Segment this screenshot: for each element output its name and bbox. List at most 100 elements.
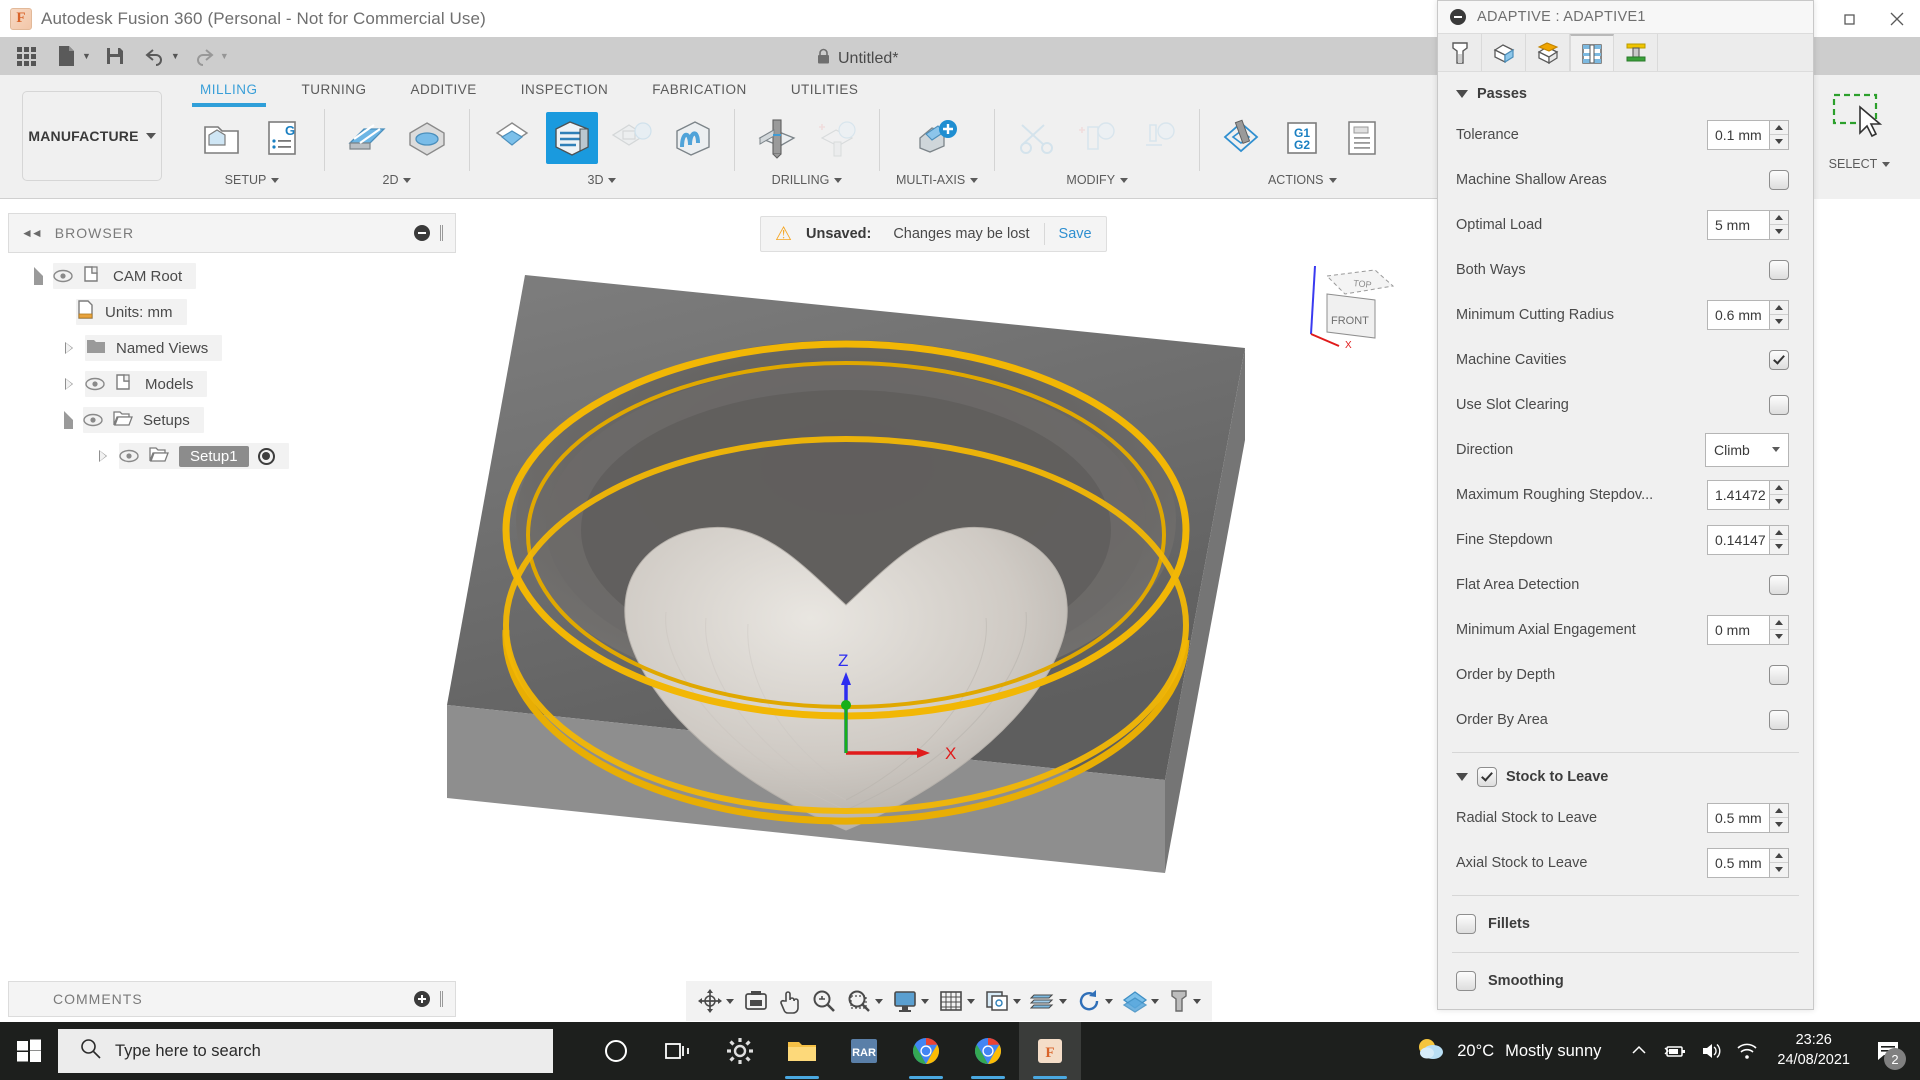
drill-icon[interactable]: [751, 112, 803, 164]
parallel-icon[interactable]: [666, 112, 718, 164]
checkbox-machine-cavities[interactable]: [1769, 350, 1789, 370]
ribbon-group-setup-label[interactable]: SETUP: [225, 169, 280, 191]
save-icon[interactable]: [97, 40, 133, 72]
save-link[interactable]: Save: [1059, 226, 1092, 242]
expander-closed-icon[interactable]: [64, 378, 75, 391]
zoom-icon[interactable]: [808, 984, 840, 1018]
linking-tab[interactable]: [1614, 34, 1658, 71]
field-maximum-roughing-stepdown[interactable]: [1707, 480, 1789, 510]
pan-icon[interactable]: [775, 984, 805, 1018]
expander-closed-icon[interactable]: [64, 342, 75, 355]
spinner-tolerance[interactable]: [1769, 120, 1789, 150]
spinner-radial-stock-to-leave[interactable]: [1769, 803, 1789, 833]
grip-icon[interactable]: [440, 225, 443, 241]
circle-minus-icon[interactable]: [414, 225, 430, 241]
section-fillets-header[interactable]: Fillets: [1438, 906, 1813, 942]
field-minimum-axial-engagement[interactable]: [1707, 615, 1789, 645]
tool-tab[interactable]: [1438, 34, 1482, 71]
delete-toolpath-icon[interactable]: [1071, 112, 1123, 164]
tab-turning[interactable]: TURNING: [280, 79, 389, 105]
taskbar-clock[interactable]: 23:26 24/08/2021: [1765, 1031, 1862, 1070]
spinner-optimal-load[interactable]: [1769, 210, 1789, 240]
double-chevron-left-icon[interactable]: ◄◄: [21, 226, 41, 240]
battery-icon[interactable]: [1657, 1022, 1693, 1080]
grip-icon[interactable]: [440, 991, 443, 1007]
field-fine-stepdown[interactable]: [1707, 525, 1789, 555]
input-optimal-load[interactable]: [1707, 210, 1769, 240]
section-stock-to-leave-header[interactable]: Stock to Leave: [1438, 763, 1813, 795]
close-icon[interactable]: [1874, 0, 1920, 37]
edit-toolpath-icon[interactable]: [1131, 112, 1183, 164]
checkbox-fillets[interactable]: [1456, 914, 1476, 934]
undo-icon[interactable]: [137, 40, 173, 72]
viewports-icon[interactable]: [981, 984, 1024, 1018]
select-window-icon[interactable]: [1799, 75, 1920, 157]
input-fine-stepdown[interactable]: [1707, 525, 1769, 555]
ribbon-group-actions-label[interactable]: ACTIONS: [1268, 169, 1337, 191]
notification-icon[interactable]: 2: [1862, 1022, 1914, 1080]
ribbon-group-modify-label[interactable]: MODIFY: [1066, 169, 1128, 191]
chevron-up-icon[interactable]: [1621, 1022, 1657, 1080]
surface-3d-icon[interactable]: [486, 112, 538, 164]
tab-inspection[interactable]: INSPECTION: [499, 79, 631, 105]
display-settings-icon[interactable]: [889, 984, 932, 1018]
heights-tab[interactable]: [1526, 34, 1570, 71]
checkbox-flat-area-detection[interactable]: [1769, 575, 1789, 595]
task-view-icon[interactable]: [647, 1022, 709, 1080]
checkbox-order-by-area[interactable]: [1769, 710, 1789, 730]
orbit-icon[interactable]: [694, 984, 737, 1018]
checkbox-machine-shallow-areas[interactable]: [1769, 170, 1789, 190]
tree-row-named-views[interactable]: Named Views: [8, 330, 456, 366]
spinner-axial-stock-to-leave[interactable]: [1769, 848, 1789, 878]
tree-row-units[interactable]: Units: mm: [8, 294, 456, 330]
bore-icon[interactable]: [811, 112, 863, 164]
input-radial-stock-to-leave[interactable]: [1707, 803, 1769, 833]
section-passes-header[interactable]: Passes: [1438, 72, 1813, 112]
active-setup-radio[interactable]: [258, 448, 275, 465]
g1g2-post-process-icon[interactable]: G1 G2: [1276, 112, 1328, 164]
geometry-tab[interactable]: [1482, 34, 1526, 71]
checkbox-stock-to-leave[interactable]: [1477, 767, 1497, 787]
pocket-clearing-icon[interactable]: [606, 112, 658, 164]
checkbox-smoothing[interactable]: [1456, 971, 1476, 991]
cortana-icon[interactable]: [585, 1022, 647, 1080]
settings-gear-icon[interactable]: [709, 1022, 771, 1080]
input-tolerance[interactable]: [1707, 120, 1769, 150]
redo-icon[interactable]: [186, 40, 222, 72]
eye-icon[interactable]: [53, 269, 73, 283]
view-cube[interactable]: TOP FRONT X: [1297, 248, 1407, 358]
weather-widget[interactable]: 20°C Mostly sunny: [1416, 1035, 1601, 1068]
section-smoothing-header[interactable]: Smoothing: [1438, 963, 1813, 999]
file-explorer-icon[interactable]: [771, 1022, 833, 1080]
tab-milling[interactable]: MILLING: [178, 79, 280, 105]
input-minimum-axial-engagement[interactable]: [1707, 615, 1769, 645]
taskbar-search[interactable]: Type here to search: [58, 1029, 553, 1073]
field-radial-stock-to-leave[interactable]: [1707, 803, 1789, 833]
passes-tab[interactable]: [1570, 34, 1614, 71]
checkbox-order-by-depth[interactable]: [1769, 665, 1789, 685]
undo-caret-icon[interactable]: ▼: [171, 51, 180, 61]
input-axial-stock-to-leave[interactable]: [1707, 848, 1769, 878]
expander-open-icon[interactable]: [64, 411, 73, 429]
input-minimum-cutting-radius[interactable]: [1707, 300, 1769, 330]
chrome-icon-2[interactable]: [957, 1022, 1019, 1080]
field-minimum-cutting-radius[interactable]: [1707, 300, 1789, 330]
ribbon-group-2d-label[interactable]: 2D: [383, 169, 412, 191]
winrar-icon[interactable]: RAR: [833, 1022, 895, 1080]
fusion360-icon[interactable]: F: [1019, 1022, 1081, 1080]
tab-fabrication[interactable]: FABRICATION: [630, 79, 769, 105]
wifi-icon[interactable]: [1729, 1022, 1765, 1080]
refresh-icon[interactable]: [1073, 984, 1116, 1018]
look-at-icon[interactable]: [740, 984, 772, 1018]
spinner-maximum-roughing-stepdown[interactable]: [1769, 480, 1789, 510]
tree-row-setup1[interactable]: Setup1: [8, 438, 456, 474]
zoom-window-icon[interactable]: [843, 984, 886, 1018]
simulate-icon[interactable]: [1216, 112, 1268, 164]
spinner-minimum-axial-engagement[interactable]: [1769, 615, 1789, 645]
pocket-2d-icon[interactable]: [401, 112, 453, 164]
tree-row-setups[interactable]: Setups: [8, 402, 456, 438]
tool-library-icon[interactable]: [1165, 984, 1204, 1018]
ribbon-group-drilling-label[interactable]: DRILLING: [772, 169, 843, 191]
field-optimal-load[interactable]: [1707, 210, 1789, 240]
restore-icon[interactable]: [1828, 0, 1874, 37]
